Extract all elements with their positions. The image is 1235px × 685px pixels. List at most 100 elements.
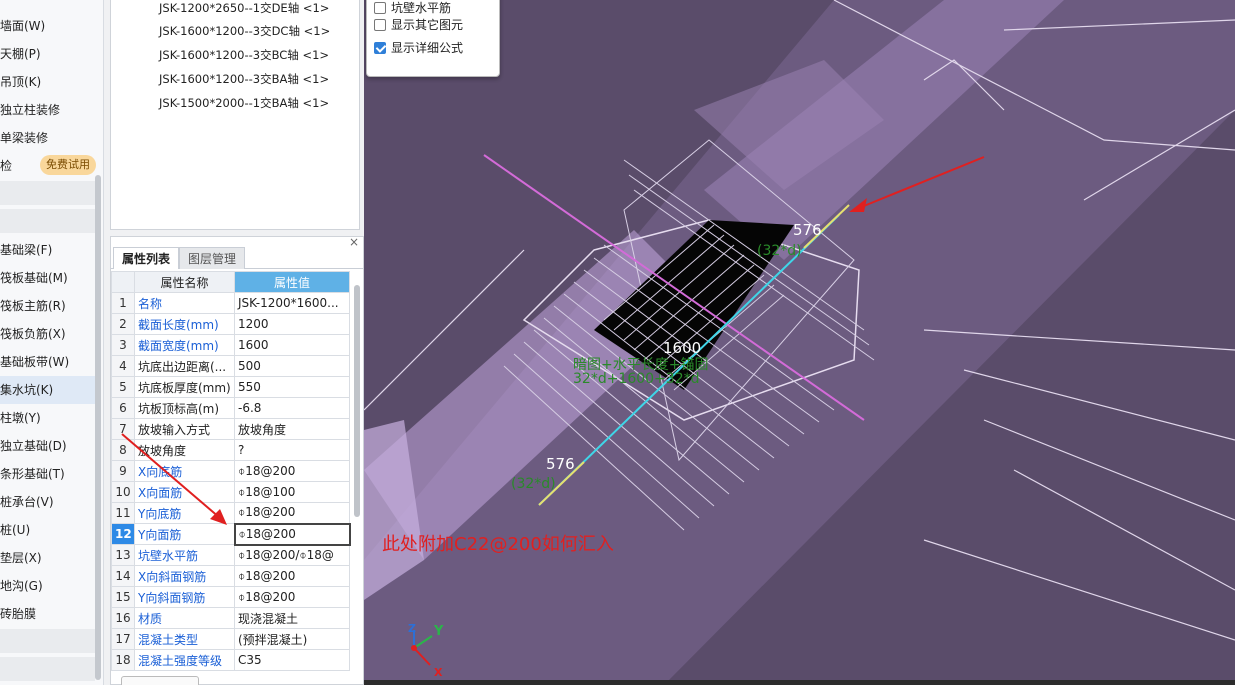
- bottom-button[interactable]: [121, 676, 199, 685]
- property-value[interactable]: 500: [234, 355, 350, 377]
- nav-item-column-pier[interactable]: 柱墩(Y): [0, 404, 95, 432]
- table-row[interactable]: 6 坑板顶标高(m) -6.8: [111, 397, 350, 419]
- nav-group-header: [0, 181, 95, 205]
- nav-item-column-finish[interactable]: 独立柱装修: [0, 96, 95, 124]
- tree-item[interactable]: JSK-1500*2000--1交BA轴 <1>: [159, 93, 329, 113]
- nav-item-isolated-footing[interactable]: 独立基础(D): [0, 432, 95, 460]
- table-row[interactable]: 17 混凝土类型 (预拌混凝土): [111, 628, 350, 650]
- tab-property-list[interactable]: 属性列表: [113, 247, 180, 269]
- option-label: 坑壁水平筋: [391, 1, 452, 15]
- table-row[interactable]: 16 材质 现浇混凝土: [111, 607, 350, 629]
- row-number: 18: [111, 649, 135, 671]
- left-nav: 墙面(W) 天棚(P) 吊顶(K) 独立柱装修 单梁装修 检 免费试用 基础梁(…: [0, 0, 104, 685]
- row-number: 15: [111, 586, 135, 608]
- property-name: 坑底出边距离(...: [134, 355, 235, 377]
- property-value[interactable]: 放坡角度: [234, 418, 350, 440]
- property-name: 截面长度(mm): [134, 313, 235, 335]
- row-number: 10: [111, 481, 135, 503]
- property-value[interactable]: (预拌混凝土): [234, 628, 350, 650]
- property-name: 坑壁水平筋: [134, 544, 235, 566]
- nav-item-brick-membrane[interactable]: 砖胎膜: [0, 600, 95, 628]
- nav-item-wall-finish[interactable]: 墙面(W): [0, 12, 95, 40]
- nav-item-suspended-ceiling[interactable]: 吊顶(K): [0, 68, 95, 96]
- nav-group-foundation[interactable]: [0, 209, 95, 233]
- nav-scrollbar[interactable]: [95, 175, 101, 680]
- nav-item-beam-finish[interactable]: 单梁装修: [0, 124, 95, 152]
- property-name: 坑板顶标高(m): [134, 397, 235, 419]
- dimension-top-formula: (32*d): [757, 243, 802, 259]
- property-value[interactable]: ⌽18@200: [234, 460, 350, 482]
- nav-item-trench[interactable]: 地沟(G): [0, 572, 95, 600]
- table-row[interactable]: 13 坑壁水平筋 ⌽18@200/⌽18@: [111, 544, 350, 566]
- property-value[interactable]: C35: [234, 649, 350, 671]
- axis-y-label: Y: [434, 624, 444, 639]
- table-row[interactable]: 7 放坡输入方式 放坡角度: [111, 418, 350, 440]
- nav-item-foundation-strip[interactable]: 基础板带(W): [0, 348, 95, 376]
- property-tabs: 属性列表 图层管理: [111, 247, 363, 269]
- nav-item-sump-pit[interactable]: 集水坑(K): [0, 376, 95, 404]
- nav-item-strip-footing[interactable]: 条形基础(T): [0, 460, 95, 488]
- table-row[interactable]: 5 坑底板厚度(mm) 550: [111, 376, 350, 398]
- table-row[interactable]: 2 截面长度(mm) 1200: [111, 313, 350, 335]
- property-value[interactable]: 1600: [234, 334, 350, 356]
- tab-layer-management[interactable]: 图层管理: [179, 247, 246, 269]
- nav-item-raft-negative-rebar[interactable]: 筏板负筋(X): [0, 320, 95, 348]
- row-number: 9: [111, 460, 135, 482]
- tree-item[interactable]: JSK-1600*1200--3交BA轴 <1>: [159, 69, 329, 89]
- nav-item-foundation-beam[interactable]: 基础梁(F): [0, 236, 95, 264]
- table-row[interactable]: 12 Y向面筋 ⌽18@200: [111, 522, 351, 546]
- tree-item[interactable]: JSK-1200*2650--1交DE轴 <1>: [159, 0, 329, 18]
- option-show-other-elements[interactable]: 显示其它图元: [374, 16, 463, 34]
- table-row[interactable]: 10 X向面筋 ⌽18@100: [111, 481, 350, 503]
- property-value[interactable]: 550: [234, 376, 350, 398]
- 3d-viewport[interactable]: 坑壁水平筋 显示其它图元 显示详细公式 576 (32*d) 1600 暗图+水…: [364, 0, 1235, 685]
- nav-item-pile[interactable]: 桩(U): [0, 516, 95, 544]
- property-value[interactable]: ⌽18@200/⌽18@: [234, 544, 350, 566]
- nav-item-raft-main-rebar[interactable]: 筏板主筋(R): [0, 292, 95, 320]
- property-scrollbar[interactable]: [354, 285, 360, 517]
- component-tree: JSK-1200*2650--1交DE轴 <1> JSK-1600*1200--…: [110, 0, 360, 230]
- checkbox-checked-icon[interactable]: [374, 42, 386, 54]
- table-row[interactable]: 8 放坡角度?: [111, 439, 350, 461]
- axis-x-label: X: [434, 666, 443, 679]
- property-value[interactable]: 现浇混凝土: [234, 607, 350, 629]
- property-value[interactable]: 1200: [234, 313, 350, 335]
- property-value[interactable]: ?: [234, 439, 350, 461]
- table-row[interactable]: 11 Y向底筋 ⌽18@200: [111, 502, 350, 524]
- property-value[interactable]: ⌽18@200: [234, 565, 350, 587]
- property-value[interactable]: ⌽18@200: [233, 522, 351, 546]
- row-number: 6: [111, 397, 135, 419]
- column-header-name: 属性名称: [134, 271, 235, 293]
- table-corner: [111, 271, 135, 293]
- property-value[interactable]: ⌽18@200: [234, 502, 350, 524]
- nav-item-raft-foundation[interactable]: 筏板基础(M): [0, 264, 95, 292]
- property-value[interactable]: ⌽18@100: [234, 481, 350, 503]
- table-row[interactable]: 15 Y向斜面钢筋 ⌽18@200: [111, 586, 350, 608]
- checkbox-icon[interactable]: [374, 19, 386, 31]
- property-value[interactable]: ⌽18@200: [234, 586, 350, 608]
- option-show-detailed-formula[interactable]: 显示详细公式: [374, 39, 463, 57]
- table-row[interactable]: 1 名称 JSK-1200*1600...: [111, 292, 350, 314]
- property-value[interactable]: -6.8: [234, 397, 350, 419]
- row-number: 7: [111, 418, 135, 440]
- row-number: 13: [111, 544, 135, 566]
- dimension-mid-formula-2: 32*d+1600+32*d: [573, 371, 700, 387]
- row-number: 2: [111, 313, 135, 335]
- nav-item-ceiling[interactable]: 天棚(P): [0, 40, 95, 68]
- property-name: 名称: [134, 292, 235, 314]
- viewport-bottom-bar: [364, 680, 1235, 685]
- table-row[interactable]: 18 混凝土强度等级 C35: [111, 649, 350, 671]
- table-row[interactable]: 4 坑底出边距离(... 500: [111, 355, 350, 377]
- row-number: 11: [111, 502, 135, 524]
- option-wall-horizontal-rebar[interactable]: 坑壁水平筋: [374, 0, 452, 17]
- table-row[interactable]: 3 截面宽度(mm) 1600: [111, 334, 350, 356]
- trial-badge[interactable]: 免费试用: [40, 155, 96, 175]
- table-row[interactable]: 14 X向斜面钢筋 ⌽18@200: [111, 565, 350, 587]
- tree-item[interactable]: JSK-1600*1200--3交DC轴 <1>: [159, 21, 330, 41]
- table-row[interactable]: 9 X向底筋 ⌽18@200: [111, 460, 350, 482]
- nav-item-cushion[interactable]: 垫层(X): [0, 544, 95, 572]
- tree-item[interactable]: JSK-1600*1200--3交BC轴 <1>: [159, 45, 329, 65]
- nav-item-pile-cap[interactable]: 桩承台(V): [0, 488, 95, 516]
- property-value[interactable]: JSK-1200*1600...: [234, 292, 350, 314]
- checkbox-icon[interactable]: [374, 2, 386, 14]
